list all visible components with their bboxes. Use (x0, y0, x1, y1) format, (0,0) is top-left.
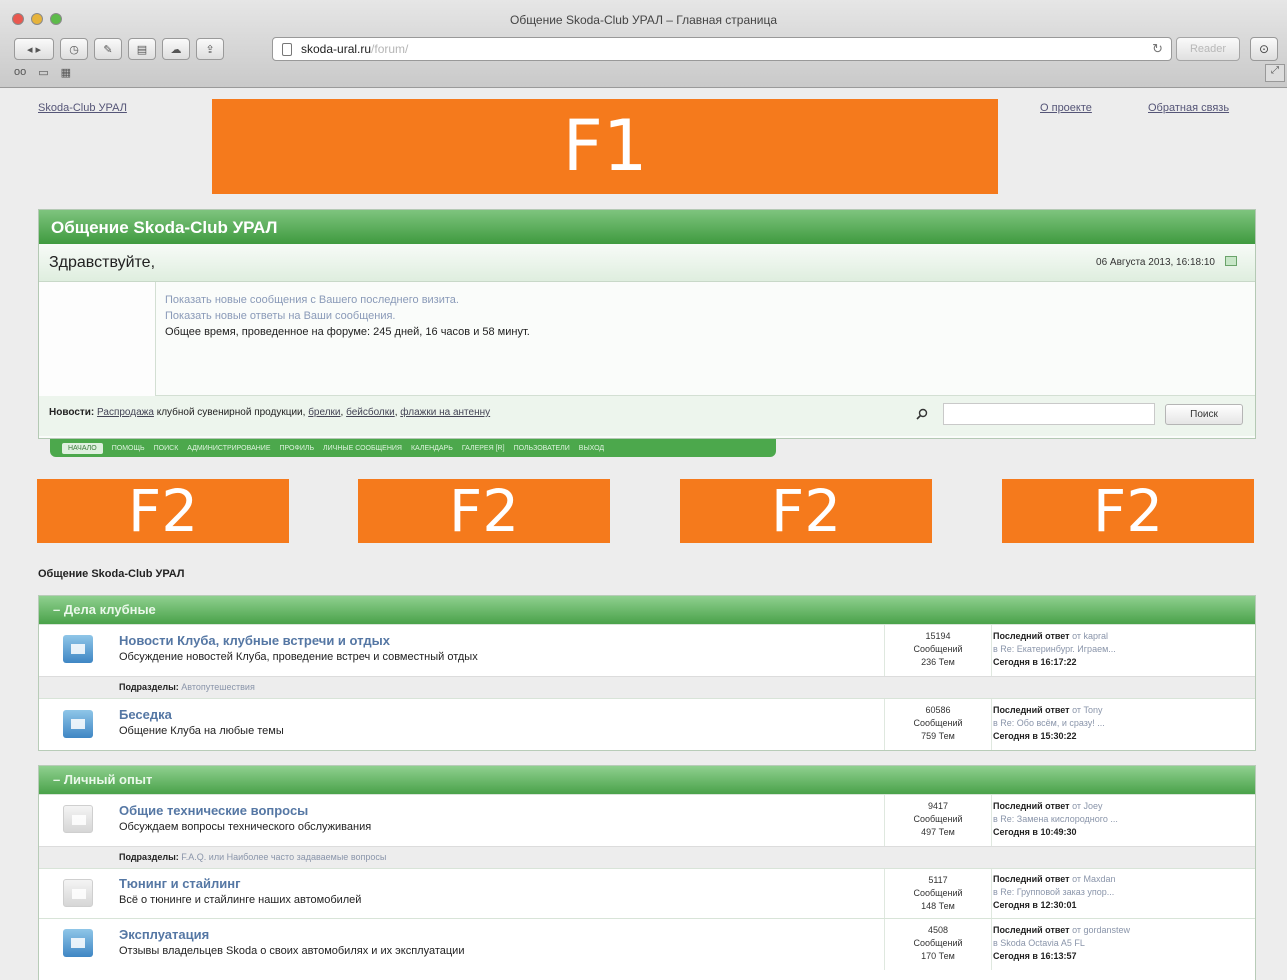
placeholder-f1: F1 (212, 99, 998, 194)
forum-title: Общение Skoda-Club УРАЛ (39, 210, 1255, 244)
back-forward-button[interactable]: ◂ ▸ (14, 38, 54, 60)
placeholder-f2: F2 (680, 479, 932, 543)
menu-item-profile[interactable]: ПРОФИЛЬ (280, 445, 315, 452)
board-row: Тюнинг и стайлинг Всё о тюнинге и стайли… (39, 868, 1255, 918)
board-row: Беседка Общение Клуба на любые темы 6058… (39, 698, 1255, 750)
home-link[interactable]: Skoda-Club УРАЛ (38, 102, 127, 114)
board-stats: 5117 Сообщений 148 Тем (884, 869, 992, 918)
news-link-keychains[interactable]: брелки (308, 407, 340, 418)
menu-item-admin[interactable]: АДМИНИСТРИРОВАНИЕ (187, 445, 270, 452)
menu-item-search[interactable]: ПОИСК (154, 445, 179, 452)
contact-link[interactable]: Обратная связь (1148, 102, 1229, 114)
subforums: Подразделы: F.A.Q. или Наиболее часто за… (39, 846, 1255, 868)
time-online: Общее время, проведенное на форуме: 245 … (165, 326, 530, 338)
new-posts-icon (63, 710, 93, 738)
board-row: Новости Клуба, клубные встречи и отдых О… (39, 624, 1255, 676)
board-description: Обсуждаем вопросы технического обслужива… (119, 821, 372, 833)
board-title[interactable]: Эксплуатация (119, 927, 884, 942)
bookmarks-bar: oo ▭ ▦ (14, 66, 71, 79)
board-stats: 4508 Сообщений 170 Тем (884, 919, 992, 970)
last-post: Последний ответ от kapral в Re: Екатерин… (993, 631, 1116, 667)
last-post: Последний ответ от Maxdan в Re: Группово… (993, 874, 1116, 910)
subforum-link[interactable]: Автопутешествия (181, 682, 255, 692)
category-club: – Дела клубные Новости Клуба, клубные вс… (38, 595, 1256, 751)
new-posts-icon (63, 635, 93, 663)
menu-item-members[interactable]: ПОЛЬЗОВАТЕЛИ (514, 445, 570, 452)
category-header[interactable]: – Личный опыт (39, 766, 1255, 794)
board-stats: 15194 Сообщений 236 Тем (884, 625, 992, 676)
board-stats: 60586 Сообщений 759 Тем (884, 699, 992, 750)
subforums: Подразделы: Автопутешествия (39, 676, 1255, 698)
news-label: Новости: (49, 407, 95, 418)
menu-item-home[interactable]: НАЧАЛО (62, 442, 103, 454)
board-title[interactable]: Тюнинг и стайлинг (119, 876, 884, 891)
forum-header: Общение Skoda-Club УРАЛ Здравствуйте, 06… (38, 209, 1256, 439)
breadcrumb[interactable]: Общение Skoda-Club УРАЛ (38, 568, 185, 580)
category-header[interactable]: – Дела клубные (39, 596, 1255, 624)
search-button[interactable]: Поиск (1165, 404, 1243, 425)
reader-button[interactable]: Reader (1176, 37, 1240, 61)
no-new-posts-icon (63, 879, 93, 907)
category-experience: – Личный опыт Общие технические вопросы … (38, 765, 1256, 980)
current-date: 06 Августа 2013, 16:18:10 (1096, 257, 1215, 268)
bookmarks-icon[interactable]: ▭ (38, 66, 48, 79)
new-posts-link[interactable]: Показать новые сообщения с Вашего послед… (165, 292, 530, 308)
board-title[interactable]: Новости Клуба, клубные встречи и отдых (119, 633, 884, 648)
board-title[interactable]: Беседка (119, 707, 884, 722)
menu-item-gallery[interactable]: ГАЛЕРЕЯ [R] (462, 445, 505, 452)
board-description: Отзывы владельцев Skoda о своих автомоби… (119, 945, 465, 957)
board-row: Общие технические вопросы Обсуждаем вопр… (39, 794, 1255, 846)
board-stats: 9417 Сообщений 497 Тем (884, 795, 992, 846)
main-menu: НАЧАЛО ПОМОЩЬ ПОИСК АДМИНИСТРИРОВАНИЕ ПР… (50, 439, 776, 457)
reload-icon[interactable]: ↻ (1152, 41, 1163, 57)
placeholder-f2: F2 (358, 479, 610, 543)
board-description: Обсуждение новостей Клуба, проведение вс… (119, 651, 478, 663)
share-icon[interactable]: ⇪ (196, 38, 224, 60)
search-icon (916, 408, 928, 420)
menu-item-logout[interactable]: ВЫХОД (579, 445, 604, 452)
reading-list-icon[interactable]: oo (14, 66, 26, 79)
last-post: Последний ответ от Tony в Re: Обо всём, … (993, 705, 1105, 741)
browser-chrome: Общение Skoda-Club УРАЛ – Главная страни… (0, 0, 1287, 88)
last-post: Последний ответ от gordanstew в Skoda Oc… (993, 925, 1131, 961)
cloud-icon[interactable]: ☁ (162, 38, 190, 60)
no-new-posts-icon (63, 805, 93, 833)
history-icon[interactable]: ◷ (60, 38, 88, 60)
new-replies-link[interactable]: Показать новые ответы на Ваши сообщения. (165, 308, 530, 324)
menu-item-calendar[interactable]: КАЛЕНДАРЬ (411, 445, 453, 452)
board-description: Всё о тюнинге и стайлинге наших автомоби… (119, 894, 362, 906)
window-title: Общение Skoda-Club УРАЛ – Главная страни… (509, 13, 778, 27)
print-icon[interactable]: ▤ (128, 38, 156, 60)
menu-item-help[interactable]: ПОМОЩЬ (112, 445, 145, 452)
news-link-sale[interactable]: Распродажа (97, 407, 154, 418)
avatar (39, 282, 156, 396)
page-content: Skoda-Club УРАЛ О проекте Обратная связь… (0, 89, 1287, 980)
fullscreen-icon[interactable]: ⤢ (1265, 64, 1285, 82)
placeholder-f2: F2 (37, 479, 289, 543)
downloads-icon[interactable]: ⊙ (1250, 37, 1278, 61)
news-link-flags[interactable]: флажки на антенну (400, 407, 490, 418)
menu-item-messages[interactable]: ЛИЧНЫЕ СООБЩЕНИЯ (323, 445, 402, 452)
page-icon (282, 43, 292, 56)
greeting: Здравствуйте, (49, 254, 156, 271)
new-posts-icon (63, 929, 93, 957)
address-bar[interactable]: skoda-ural.ru/forum/ ↻ (272, 37, 1172, 61)
collapse-icon[interactable] (1225, 256, 1237, 266)
browser-toolbar: ◂ ▸ ◷ ✎ ▤ ☁ ⇪ (14, 38, 224, 60)
search-input[interactable] (943, 403, 1155, 425)
placeholder-f2: F2 (1002, 479, 1254, 543)
news-link-caps[interactable]: бейсболки (346, 407, 395, 418)
top-sites-icon[interactable]: ▦ (61, 66, 71, 79)
user-info: Показать новые сообщения с Вашего послед… (39, 282, 1255, 396)
about-link[interactable]: О проекте (1040, 102, 1092, 114)
greeting-bar: Здравствуйте, 06 Августа 2013, 16:18:10 (39, 244, 1255, 282)
last-post: Последний ответ от Joey в Re: Замена кис… (993, 801, 1118, 837)
subforum-link[interactable]: F.A.Q. или Наиболее часто задаваемые воп… (181, 852, 386, 862)
board-description: Общение Клуба на любые темы (119, 725, 284, 737)
board-row: Эксплуатация Отзывы владельцев Skoda о с… (39, 918, 1255, 970)
board-title[interactable]: Общие технические вопросы (119, 803, 884, 818)
news-bar: Новости: Распродажа клубной сувенирной п… (39, 396, 1255, 436)
pencil-icon[interactable]: ✎ (94, 38, 122, 60)
